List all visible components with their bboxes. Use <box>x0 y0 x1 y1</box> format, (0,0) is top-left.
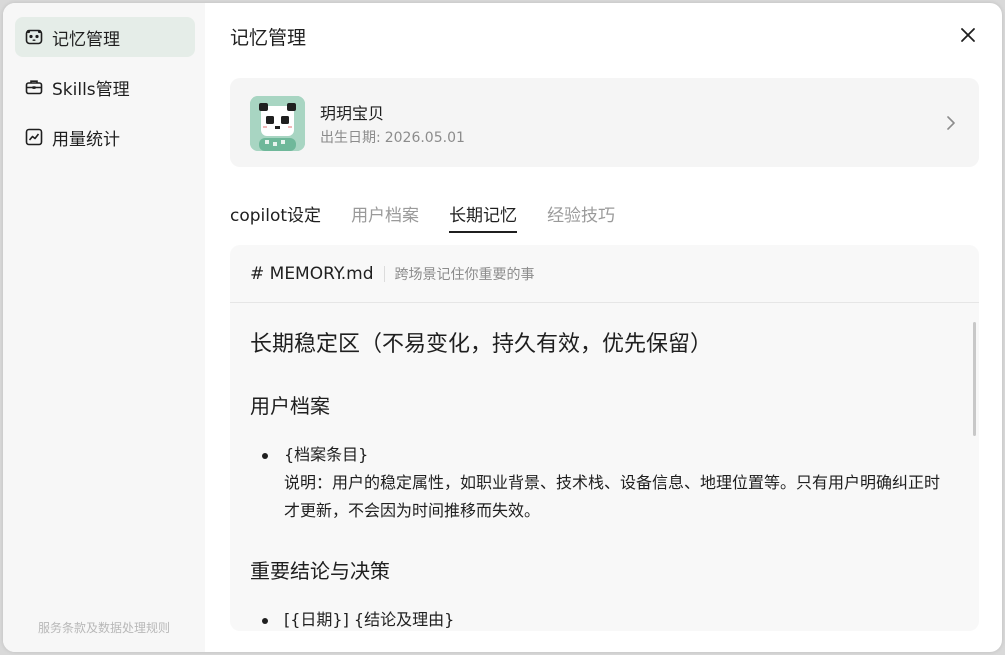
chevron-right-icon <box>945 114 957 132</box>
list: {档案条目} 说明：用户的稳定属性，如职业背景、技术栈、设备信息、地理位置等。只… <box>250 441 949 525</box>
tab-long-term-memory[interactable]: 长期记忆 <box>449 201 518 233</box>
toolbox-icon <box>25 78 43 96</box>
birth-label: 出生日期: <box>320 130 381 146</box>
chart-icon <box>25 128 43 146</box>
close-button[interactable] <box>958 25 978 45</box>
memory-document: # MEMORY.md 跨场景记住你重要的事 长期稳定区（不易变化，持久有效，优… <box>230 245 979 631</box>
birth-value: 2026.05.01 <box>384 130 465 146</box>
section-heading: 长期稳定区（不易变化，持久有效，优先保留） <box>250 332 713 357</box>
memory-manager-window: 记忆管理 Skills管理 用量统计 服务条款及数据处理规则 记忆管理 玥玥宝贝… <box>3 3 1002 652</box>
subsection-title: 用户档案 <box>250 394 330 418</box>
terms-link[interactable]: 服务条款及数据处理规则 <box>3 619 205 636</box>
sidebar-item-skills[interactable]: Skills管理 <box>15 67 195 107</box>
sidebar-item-label: 记忆管理 <box>52 29 120 50</box>
profile-name: 玥玥宝贝 <box>320 104 385 123</box>
list-item: [{日期}] {结论及理由} <box>250 606 949 631</box>
tab-user-profile[interactable]: 用户档案 <box>351 201 419 232</box>
profile-birthdate: 出生日期: 2026.05.01 <box>320 127 465 147</box>
list-item-title: {档案条目} <box>284 445 369 464</box>
scrollbar[interactable] <box>973 322 976 436</box>
list-item-title: [{日期}] {结论及理由} <box>284 610 455 629</box>
tab-bar: copilot设定 用户档案 长期记忆 经验技巧 <box>230 201 645 233</box>
divider <box>383 265 385 282</box>
document-header: # MEMORY.md 跨场景记住你重要的事 <box>230 245 979 303</box>
sidebar-item-memory[interactable]: 记忆管理 <box>15 17 195 57</box>
sidebar-item-label: Skills管理 <box>52 79 130 100</box>
sidebar-item-label: 用量统计 <box>52 129 120 150</box>
document-description: 跨场景记住你重要的事 <box>394 266 535 283</box>
list-item-description: 说明：用户的稳定属性，如职业背景、技术栈、设备信息、地理位置等。只有用户明确纠正… <box>284 473 941 520</box>
page-title: 记忆管理 <box>230 27 307 49</box>
list-item: {档案条目} 说明：用户的稳定属性，如职业背景、技术栈、设备信息、地理位置等。只… <box>250 441 949 525</box>
document-filename: # MEMORY.md <box>250 263 374 284</box>
tab-copilot-settings[interactable]: copilot设定 <box>230 201 321 232</box>
main-panel: 记忆管理 玥玥宝贝 出生日期: 2026.05.01 copilot设定 用户档… <box>205 3 1002 652</box>
sidebar: 记忆管理 Skills管理 用量统计 服务条款及数据处理规则 <box>3 3 205 652</box>
avatar <box>250 96 305 151</box>
list: [{日期}] {结论及理由} <box>250 606 949 631</box>
sidebar-item-usage[interactable]: 用量统计 <box>15 117 195 157</box>
panda-avatar-icon <box>250 96 305 151</box>
close-icon <box>961 28 975 42</box>
profile-card[interactable]: 玥玥宝贝 出生日期: 2026.05.01 <box>230 78 979 167</box>
tab-experience-tips[interactable]: 经验技巧 <box>547 201 615 232</box>
panda-icon <box>25 28 43 46</box>
subsection-title: 重要结论与决策 <box>250 559 390 583</box>
document-body[interactable]: 长期稳定区（不易变化，持久有效，优先保留） 用户档案 {档案条目} 说明：用户的… <box>230 304 979 631</box>
